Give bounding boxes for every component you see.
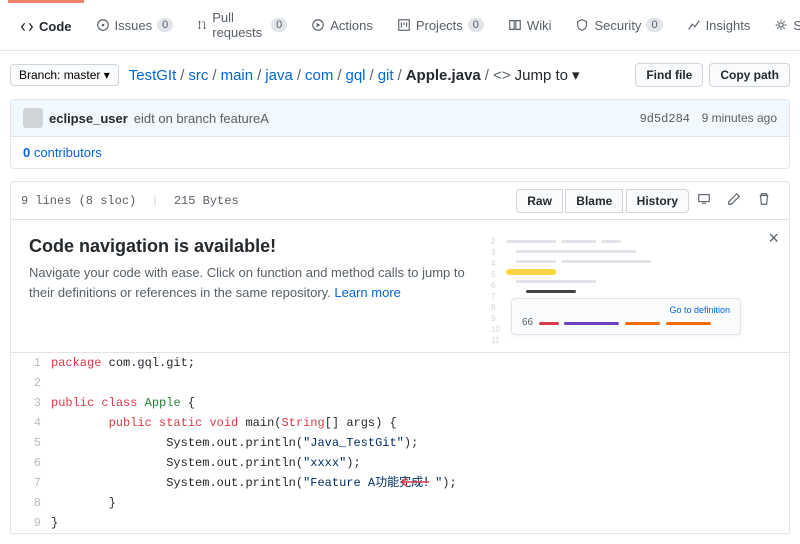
file-bytes: 215 Bytes [174,194,239,208]
shield-icon [575,18,589,32]
tab-wiki-label: Wiki [527,18,552,33]
tab-security[interactable]: Security 0 [563,0,674,50]
code-line-6[interactable]: System.out.println("xxxx"); [51,453,789,473]
book-icon [508,18,522,32]
tab-issues-label: Issues [115,18,153,33]
issue-icon [96,18,110,32]
code-line-9[interactable]: } [51,513,789,533]
tab-wiki[interactable]: Wiki [496,0,564,50]
code-line-1[interactable]: package com.gql.git; [51,353,789,373]
pulls-count: 0 [271,18,287,32]
commit-box: eclipse_user eidt on branch featureA 9d5… [10,99,790,169]
promo-illustration: 234567891011 Go to definition 66 [491,236,771,336]
commit-sha[interactable]: 9d5d284 [640,112,690,126]
tab-actions[interactable]: Actions [299,0,385,50]
crumb-main[interactable]: main [221,67,254,84]
pull-icon [197,18,207,32]
find-file-button[interactable]: Find file [635,63,703,87]
raw-button[interactable]: Raw [516,189,563,213]
breadcrumb: Branch: master ▾ TestGIt/ src/ main/ jav… [10,64,580,86]
crumb-src[interactable]: src [188,67,208,84]
commit-time: 9 minutes ago [702,111,777,125]
tab-pulls[interactable]: Pull requests 0 [185,0,299,50]
crumb-git[interactable]: git [378,67,394,84]
graph-icon [687,18,701,32]
tab-actions-label: Actions [330,18,373,33]
branch-selector[interactable]: Branch: master ▾ [10,64,119,86]
play-icon [311,18,325,32]
learn-more-link[interactable]: Learn more [334,285,400,300]
tab-security-label: Security [594,18,641,33]
arrow-annotation [391,475,431,489]
close-icon[interactable]: × [768,228,779,249]
tab-insights-label: Insights [706,18,751,33]
crumb-repo[interactable]: TestGIt [129,67,177,84]
tab-code-label: Code [39,19,72,34]
tab-code[interactable]: Code [8,0,84,50]
contributors-link[interactable]: 0 contributors [11,137,789,168]
code-line-7[interactable]: System.out.println("Feature A功能完成！"); [51,473,789,493]
crumb-com[interactable]: com [305,67,333,84]
desktop-icon[interactable] [689,188,719,213]
commit-message[interactable]: eidt on branch featureA [134,111,269,126]
commit-author[interactable]: eclipse_user [49,111,128,126]
history-button[interactable]: History [626,189,689,213]
copy-path-button[interactable]: Copy path [709,63,790,87]
tab-projects-label: Projects [416,18,463,33]
code-line-5[interactable]: System.out.println("Java_TestGit"); [51,433,789,453]
tab-issues[interactable]: Issues 0 [84,0,186,50]
avatar [23,108,43,128]
goto-def-label: Go to definition [669,305,730,315]
crumb-file: Apple.java [406,67,481,84]
code-nav-promo: Code navigation is available! Navigate y… [10,220,790,353]
repo-tabs: Code Issues 0 Pull requests 0 Actions Pr… [0,0,800,51]
tab-settings-label: Settings [793,18,800,33]
code-line-3[interactable]: public class Apple { [51,393,789,413]
code-line-8[interactable]: } [51,493,789,513]
code-line-4[interactable]: public static void main(String[] args) { [51,413,789,433]
file-header: 9 lines (8 sloc) | 215 Bytes Raw Blame H… [10,181,790,220]
project-icon [397,18,411,32]
tab-insights[interactable]: Insights [675,0,763,50]
file-lines: 9 lines (8 sloc) [21,194,136,208]
tab-pulls-label: Pull requests [212,10,266,40]
code-line-2[interactable] [51,373,789,393]
edit-icon[interactable] [719,188,749,213]
blame-button[interactable]: Blame [565,189,623,213]
projects-count: 0 [468,18,484,32]
crumb-gql[interactable]: gql [346,67,366,84]
delete-icon[interactable] [749,188,779,213]
code-icon [20,20,34,34]
code-viewer: 1package com.gql.git; 2 3public class Ap… [10,353,790,534]
promo-body: Navigate your code with ease. Click on f… [29,263,471,302]
file-bar: Branch: master ▾ TestGIt/ src/ main/ jav… [0,51,800,99]
issues-count: 0 [157,18,173,32]
tab-settings[interactable]: Settings [762,0,800,50]
security-count: 0 [646,18,662,32]
gear-icon [774,18,788,32]
promo-title: Code navigation is available! [29,236,471,257]
jump-to[interactable]: Jump to [515,67,568,84]
crumb-java[interactable]: java [265,67,293,84]
tab-projects[interactable]: Projects 0 [385,0,496,50]
